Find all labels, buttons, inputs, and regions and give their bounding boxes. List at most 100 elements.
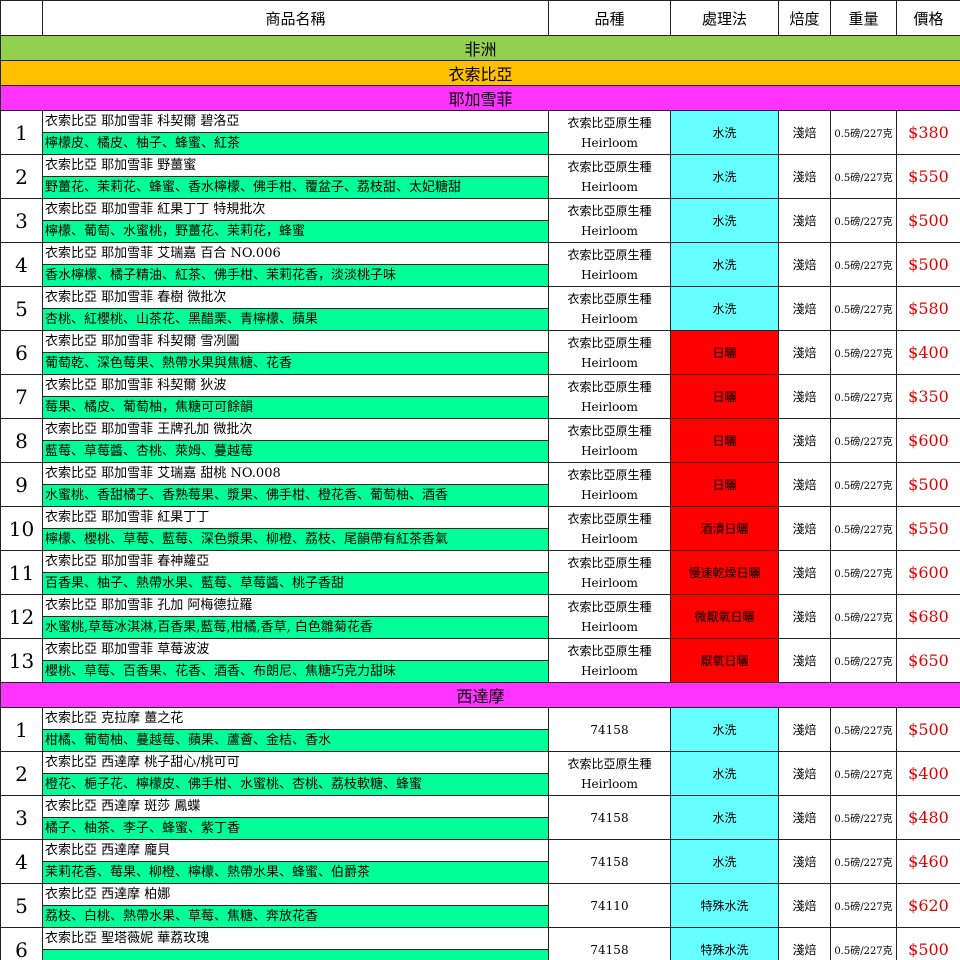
process-cell: 微厭氧日曬 bbox=[670, 594, 779, 639]
process-cell: 慢速乾燥日曬 bbox=[670, 550, 779, 595]
product-name: 衣索比亞 耶加雪菲 艾瑞嘉 甜桃 NO.008 bbox=[43, 463, 548, 485]
variety-line: Heirloom bbox=[581, 575, 638, 590]
price-cell: $500 bbox=[896, 242, 960, 287]
weight-cell: 0.5磅/227克 bbox=[830, 154, 897, 199]
product-name: 衣索比亞 耶加雪菲 紅果丁丁 特規批次 bbox=[43, 199, 548, 221]
price-cell: $500 bbox=[896, 927, 960, 960]
weight-cell: 0.5磅/227克 bbox=[830, 374, 897, 419]
product-cell: 衣索比亞 耶加雪菲 春樹 微批次 杏桃、紅櫻桃、山茶花、黑醋栗、青檸檬、蘋果 bbox=[42, 286, 549, 331]
process-cell: 水洗 bbox=[670, 242, 779, 287]
process-cell: 日曬 bbox=[670, 418, 779, 463]
product-cell: 衣索比亞 耶加雪菲 紅果丁丁 特規批次 檸檬、葡萄、水蜜桃，野薑花、茉莉花，蜂蜜 bbox=[42, 198, 549, 243]
variety-cell: 衣索比亞原生種 Heirloom bbox=[548, 154, 671, 199]
weight-cell: 0.5磅/227克 bbox=[830, 707, 897, 752]
weight-cell: 0.5磅/227克 bbox=[830, 330, 897, 375]
process-cell: 水洗 bbox=[670, 707, 779, 752]
flavor-notes: 水蜜桃,草莓冰淇淋,百香果,藍莓,柑橘,香草, 白色雛菊花香 bbox=[43, 617, 548, 638]
variety-cell: 74110 bbox=[548, 883, 671, 928]
header-index bbox=[0, 0, 43, 36]
variety-line: 衣索比亞原生種 bbox=[567, 599, 652, 614]
weight-cell: 0.5磅/227克 bbox=[830, 506, 897, 551]
roast-cell: 淺焙 bbox=[778, 154, 831, 199]
variety-cell: 衣索比亞原生種 Heirloom bbox=[548, 462, 671, 507]
header-variety: 品種 bbox=[548, 0, 671, 36]
table-row: 11 衣索比亞 耶加雪菲 春神蘿亞 百香果、柚子、熱帶水果、藍莓、草莓醬、桃子香甜衣… bbox=[0, 550, 960, 595]
product-name: 衣索比亞 耶加雪菲 春樹 微批次 bbox=[43, 287, 548, 309]
weight-cell: 0.5磅/227克 bbox=[830, 839, 897, 884]
area-label: 西達摩 bbox=[0, 682, 960, 708]
price-cell: $350 bbox=[896, 374, 960, 419]
weight-cell: 0.5磅/227克 bbox=[830, 286, 897, 331]
row-number: 13 bbox=[0, 638, 43, 683]
table-row: 3 衣索比亞 耶加雪菲 紅果丁丁 特規批次 檸檬、葡萄、水蜜桃，野薑花、茉莉花，蜂蜜… bbox=[0, 198, 960, 243]
weight-cell: 0.5磅/227克 bbox=[830, 550, 897, 595]
product-cell: 衣索比亞 耶加雪菲 王牌孔加 微批次 藍莓、草莓醬、杏桃、萊姆、蔓越莓 bbox=[42, 418, 549, 463]
weight-cell: 0.5磅/227克 bbox=[830, 638, 897, 683]
process-cell: 日曬 bbox=[670, 462, 779, 507]
variety-line: Heirloom bbox=[581, 267, 638, 282]
row-number: 1 bbox=[0, 707, 43, 752]
variety-cell: 74158 bbox=[548, 795, 671, 840]
table-row: 10 衣索比亞 耶加雪菲 紅果丁丁 檸檬、櫻桃、草莓、藍莓、深色漿果、柳橙、荔枝、尾… bbox=[0, 506, 960, 551]
flavor-notes: 杏桃、紅櫻桃、山茶花、黑醋栗、青檸檬、蘋果 bbox=[43, 309, 548, 330]
variety-line: 74158 bbox=[590, 942, 629, 957]
variety-line: 衣索比亞原生種 bbox=[567, 247, 652, 262]
price-cell: $400 bbox=[896, 330, 960, 375]
flavor-notes: 百香果、柚子、熱帶水果、藍莓、草莓醬、桃子香甜 bbox=[43, 573, 548, 594]
table-row: 8 衣索比亞 耶加雪菲 王牌孔加 微批次 藍莓、草莓醬、杏桃、萊姆、蔓越莓 衣索比亞原… bbox=[0, 418, 960, 463]
product-name: 衣索比亞 耶加雪菲 草莓波波 bbox=[43, 639, 548, 661]
price-cell: $550 bbox=[896, 154, 960, 199]
variety-line: 衣索比亞原生種 bbox=[567, 643, 652, 658]
row-number: 6 bbox=[0, 330, 43, 375]
product-cell: 衣索比亞 西達摩 斑莎 鳳蝶 橘子、柚茶、李子、蜂蜜、紫丁香 bbox=[42, 795, 549, 840]
flavor-notes: 野薑花、茉莉花、蜂蜜、香水檸檬、佛手柑、覆盆子、荔枝甜、太妃糖甜 bbox=[43, 177, 548, 198]
row-number: 7 bbox=[0, 374, 43, 419]
product-cell: 衣索比亞 聖塔薇妮 華荔玫瑰 bbox=[42, 927, 549, 960]
flavor-notes: 檸檬、櫻桃、草莓、藍莓、深色漿果、柳橙、荔枝、尾韻帶有紅茶香氣 bbox=[43, 529, 548, 550]
variety-line: 衣索比亞原生種 bbox=[567, 423, 652, 438]
product-cell: 衣索比亞 西達摩 柏娜 荔枝、白桃、熱帶水果、草莓、焦糖、奔放花香 bbox=[42, 883, 549, 928]
product-cell: 衣索比亞 耶加雪菲 野薑蜜 野薑花、茉莉花、蜂蜜、香水檸檬、佛手柑、覆盆子、荔枝甜… bbox=[42, 154, 549, 199]
header-price: 價格 bbox=[896, 0, 960, 36]
price-cell: $620 bbox=[896, 883, 960, 928]
header-process: 處理法 bbox=[670, 0, 779, 36]
process-cell: 水洗 bbox=[670, 839, 779, 884]
variety-cell: 衣索比亞原生種 Heirloom bbox=[548, 330, 671, 375]
weight-cell: 0.5磅/227克 bbox=[830, 418, 897, 463]
variety-line: Heirloom bbox=[581, 355, 638, 370]
product-cell: 衣索比亞 耶加雪菲 艾瑞嘉 甜桃 NO.008 水蜜桃、香甜橘子、香熟莓果、漿果、… bbox=[42, 462, 549, 507]
product-name: 衣索比亞 耶加雪菲 春神蘿亞 bbox=[43, 551, 548, 573]
row-number: 2 bbox=[0, 154, 43, 199]
variety-line: 衣索比亞原生種 bbox=[567, 335, 652, 350]
price-cell: $550 bbox=[896, 506, 960, 551]
flavor-notes: 檸檬皮、橘皮、柚子、蜂蜜、紅茶 bbox=[43, 133, 548, 154]
product-cell: 衣索比亞 耶加雪菲 艾瑞嘉 百合 NO.006 香水檸檬、橘子精油、紅茶、佛手柑、… bbox=[42, 242, 549, 287]
variety-line: Heirloom bbox=[581, 179, 638, 194]
flavor-notes: 藍莓、草莓醬、杏桃、萊姆、蔓越莓 bbox=[43, 441, 548, 462]
product-cell: 衣索比亞 克拉摩 薑之花 柑橘、葡萄柚、蔓越莓、蘋果、蘆薈、金桔、香水 bbox=[42, 707, 549, 752]
region-label: 非洲 bbox=[0, 35, 960, 61]
roast-cell: 淺焙 bbox=[778, 638, 831, 683]
variety-line: 74158 bbox=[590, 854, 629, 869]
row-number: 4 bbox=[0, 839, 43, 884]
price-cell: $500 bbox=[896, 462, 960, 507]
weight-cell: 0.5磅/227克 bbox=[830, 594, 897, 639]
row-number: 5 bbox=[0, 286, 43, 331]
flavor-notes: 葡萄乾、深色莓果、熱帶水果與焦糖、花香 bbox=[43, 353, 548, 374]
table-row: 7 衣索比亞 耶加雪菲 科契爾 狄波 莓果、橘皮、葡萄柚，焦糖可可餘韻 衣索比亞原生種… bbox=[0, 374, 960, 419]
product-name: 衣索比亞 耶加雪菲 科契爾 狄波 bbox=[43, 375, 548, 397]
variety-cell: 74158 bbox=[548, 927, 671, 960]
weight-cell: 0.5磅/227克 bbox=[830, 462, 897, 507]
variety-cell: 衣索比亞原生種 Heirloom bbox=[548, 286, 671, 331]
product-name: 衣索比亞 西達摩 柏娜 bbox=[43, 884, 548, 906]
roast-cell: 淺焙 bbox=[778, 242, 831, 287]
variety-line: 74158 bbox=[590, 722, 629, 737]
variety-line: Heirloom bbox=[581, 443, 638, 458]
roast-cell: 淺焙 bbox=[778, 883, 831, 928]
variety-line: 衣索比亞原生種 bbox=[567, 291, 652, 306]
table-row: 6 衣索比亞 耶加雪菲 科契爾 雪冽圖 葡萄乾、深色莓果、熱帶水果與焦糖、花香 衣索比… bbox=[0, 330, 960, 375]
product-name: 衣索比亞 聖塔薇妮 華荔玫瑰 bbox=[43, 928, 548, 950]
product-name: 衣索比亞 耶加雪菲 野薑蜜 bbox=[43, 155, 548, 177]
process-cell: 水洗 bbox=[670, 198, 779, 243]
product-cell: 衣索比亞 耶加雪菲 科契爾 雪冽圖 葡萄乾、深色莓果、熱帶水果與焦糖、花香 bbox=[42, 330, 549, 375]
